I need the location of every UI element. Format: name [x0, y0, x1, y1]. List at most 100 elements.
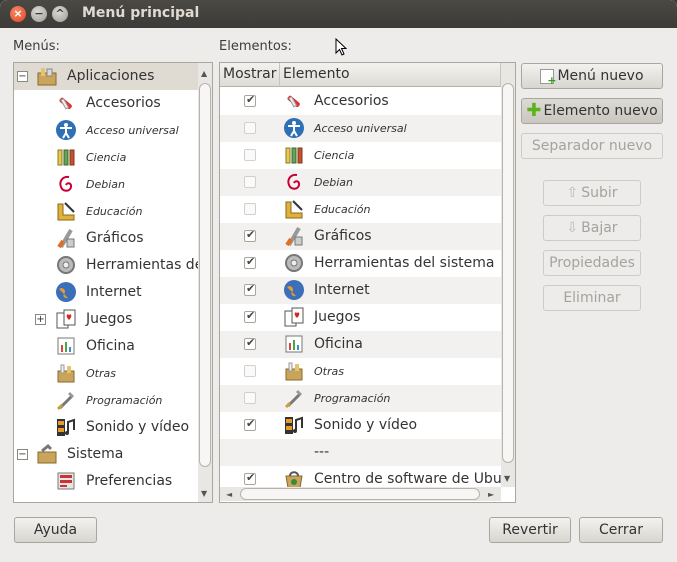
- table-row[interactable]: Herramientas del sistema: [220, 250, 501, 277]
- scroll-right-arrow-icon[interactable]: ►: [488, 490, 494, 499]
- collapse-icon[interactable]: −: [17, 71, 28, 82]
- show-checkbox[interactable]: [244, 365, 256, 377]
- table-row[interactable]: Juegos: [220, 304, 501, 331]
- debian-icon: [55, 173, 77, 195]
- move-down-button[interactable]: ⇩ Bajar: [543, 215, 641, 241]
- new-menu-button[interactable]: + Menú nuevo: [521, 63, 663, 89]
- properties-button[interactable]: Propiedades: [543, 250, 641, 276]
- menu-tree-item[interactable]: Gráficos: [14, 225, 198, 252]
- help-button[interactable]: Ayuda: [14, 517, 97, 543]
- menu-tree-item[interactable]: Internet: [14, 279, 198, 306]
- show-checkbox[interactable]: [244, 176, 256, 188]
- menu-tree-item[interactable]: Oficina: [14, 333, 198, 360]
- show-checkbox[interactable]: [244, 255, 256, 269]
- move-down-label: Bajar: [581, 220, 618, 236]
- show-checkbox[interactable]: [244, 122, 256, 134]
- programming-icon: [283, 387, 305, 409]
- table-row-label: Herramientas del sistema: [314, 255, 495, 271]
- elements-vscroll-thumb[interactable]: [502, 83, 514, 463]
- new-item-label: Elemento nuevo: [543, 103, 658, 119]
- menus-scroll-thumb[interactable]: [199, 83, 211, 467]
- table-row[interactable]: Internet: [220, 277, 501, 304]
- table-row[interactable]: Accesorios: [220, 88, 501, 115]
- show-checkbox[interactable]: [244, 93, 256, 107]
- move-up-label: Subir: [581, 185, 618, 201]
- show-checkbox[interactable]: [244, 228, 256, 242]
- table-row-label: Oficina: [314, 336, 363, 352]
- menu-tree-item[interactable]: Debian: [14, 171, 198, 198]
- menu-tree-item[interactable]: Ciencia: [14, 144, 198, 171]
- collapse-icon[interactable]: −: [17, 449, 28, 460]
- maximize-window-icon[interactable]: ^: [52, 6, 68, 22]
- show-checkbox[interactable]: [244, 417, 256, 431]
- menu-tree-item-label: Debian: [86, 178, 125, 191]
- table-row[interactable]: Acceso universal: [220, 115, 501, 142]
- show-checkbox[interactable]: [244, 309, 256, 323]
- menu-tree-item[interactable]: Otras: [14, 360, 198, 387]
- office-icon: [55, 335, 77, 357]
- menu-tree-item-label: Internet: [86, 284, 142, 300]
- show-checkbox[interactable]: [244, 282, 256, 296]
- table-row-label: Gráficos: [314, 228, 372, 244]
- menu-tree-item-label: Sonido y vídeo: [86, 419, 190, 435]
- table-row-label: ---: [314, 444, 330, 460]
- menu-tree-item[interactable]: Preferencias: [14, 468, 198, 495]
- table-row[interactable]: Otras: [220, 358, 501, 385]
- table-row[interactable]: Ciencia: [220, 142, 501, 169]
- new-separator-button[interactable]: Separador nuevo: [521, 133, 663, 159]
- table-row[interactable]: Educación: [220, 196, 501, 223]
- new-menu-label: Menú nuevo: [557, 68, 644, 84]
- table-row[interactable]: ---: [220, 439, 501, 466]
- elements-scroll-down-arrow-icon[interactable]: ▼: [504, 474, 510, 483]
- menu-tree-item[interactable]: Sonido y vídeo: [14, 414, 198, 441]
- scroll-left-arrow-icon[interactable]: ◄: [226, 490, 232, 499]
- title-bar[interactable]: × − ^ Menú principal: [0, 0, 677, 28]
- minimize-window-icon[interactable]: −: [31, 6, 47, 22]
- menu-tree-item-label: Gráficos: [86, 230, 144, 246]
- menu-tree-item[interactable]: Programación: [14, 387, 198, 414]
- table-row[interactable]: Sonido y vídeo: [220, 412, 501, 439]
- delete-button[interactable]: Eliminar: [543, 285, 641, 311]
- elements-hscroll-thumb[interactable]: [240, 488, 480, 500]
- education-icon: [55, 200, 77, 222]
- new-item-icon: ✚: [526, 100, 542, 121]
- show-checkbox[interactable]: [244, 203, 256, 215]
- menu-tree-item-label: Educación: [86, 205, 143, 218]
- elements-table[interactable]: Mostrar Elemento Accesorios Acceso univer…: [219, 62, 516, 503]
- menu-tree-item[interactable]: + Juegos: [14, 306, 198, 333]
- show-checkbox[interactable]: [244, 392, 256, 404]
- elements-vscrollbar[interactable]: ▼: [501, 63, 515, 487]
- menu-tree-item[interactable]: Acceso universal: [14, 117, 198, 144]
- close-button[interactable]: Cerrar: [579, 517, 663, 543]
- column-header-show[interactable]: Mostrar: [220, 63, 280, 87]
- menu-tree-item[interactable]: − Aplicaciones: [14, 63, 198, 90]
- move-up-button[interactable]: ⇧ Subir: [543, 180, 641, 206]
- show-checkbox[interactable]: [244, 149, 256, 161]
- elements-hscrollbar[interactable]: ◄ ►: [220, 487, 501, 501]
- menu-tree-item[interactable]: Accesorios: [14, 90, 198, 117]
- show-checkbox[interactable]: [244, 336, 256, 350]
- table-row[interactable]: Debian: [220, 169, 501, 196]
- new-item-button[interactable]: ✚ Elemento nuevo: [521, 98, 663, 124]
- table-row[interactable]: Gráficos: [220, 223, 501, 250]
- close-window-icon[interactable]: ×: [10, 6, 26, 22]
- menus-scrollbar[interactable]: ▲ ▼: [198, 63, 212, 502]
- expand-icon[interactable]: +: [35, 314, 46, 325]
- scroll-down-arrow-icon[interactable]: ▼: [201, 489, 207, 498]
- system-icon: [36, 443, 58, 465]
- universal-access-icon: [55, 119, 77, 141]
- table-row[interactable]: Programación: [220, 385, 501, 412]
- table-row-label: Sonido y vídeo: [314, 417, 418, 433]
- menus-tree[interactable]: − Aplicaciones Accesorios Acceso universal C…: [13, 62, 213, 503]
- menu-tree-item[interactable]: − Sistema: [14, 441, 198, 468]
- scroll-up-arrow-icon[interactable]: ▲: [201, 69, 207, 78]
- column-header-element[interactable]: Elemento: [280, 63, 501, 87]
- programming-icon: [55, 389, 77, 411]
- menu-tree-item[interactable]: Educación: [14, 198, 198, 225]
- office-icon: [283, 333, 305, 355]
- menu-tree-item[interactable]: Herramientas de: [14, 252, 203, 279]
- menu-tree-item-label: Programación: [86, 394, 163, 407]
- revert-button[interactable]: Revertir: [489, 517, 571, 543]
- show-checkbox[interactable]: [244, 471, 256, 485]
- table-row[interactable]: Oficina: [220, 331, 501, 358]
